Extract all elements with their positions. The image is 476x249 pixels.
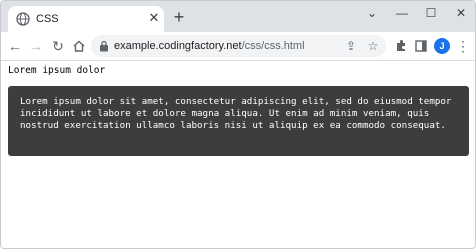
lock-icon[interactable]: [99, 40, 109, 52]
url-text[interactable]: example.codingfactory.net/css/css.html: [114, 39, 305, 53]
browser-window: CSS ✕ + ⌄ — ☐ ✕ ← → ↻ example.codingfact…: [0, 0, 476, 249]
back-arrow-icon[interactable]: ←: [7, 38, 23, 54]
new-tab-button[interactable]: +: [171, 8, 187, 26]
url-host: example.codingfactory.net: [114, 40, 242, 52]
tab-title: CSS: [36, 13, 59, 25]
home-icon[interactable]: [71, 38, 87, 54]
extensions-puzzle-icon[interactable]: [393, 38, 409, 54]
maximize-button[interactable]: ☐: [423, 5, 439, 21]
page-content: Lorem ipsum dolor Lorem ipsum dolor sit …: [1, 61, 475, 248]
reload-icon[interactable]: ↻: [50, 38, 66, 54]
lorem-paragraph: Lorem ipsum dolor sit amet, consectetur …: [20, 96, 452, 131]
styled-text-box: Lorem ipsum dolor sit amet, consectetur …: [8, 86, 469, 156]
close-tab-icon[interactable]: ✕: [148, 11, 160, 24]
tab-strip: CSS ✕ + ⌄ — ☐ ✕: [1, 1, 475, 32]
forward-arrow-icon[interactable]: →: [28, 38, 44, 54]
browser-toolbar: ← → ↻ example.codingfactory.net/css/css.…: [1, 32, 475, 61]
globe-icon: [16, 12, 30, 26]
minimize-button[interactable]: —: [394, 5, 410, 21]
side-panel-icon[interactable]: [413, 38, 429, 54]
more-menu-icon[interactable]: ⋮: [455, 38, 471, 54]
share-icon[interactable]: ⇪: [343, 38, 359, 54]
chevron-down-icon[interactable]: ⌄: [364, 5, 380, 21]
profile-avatar[interactable]: J: [434, 38, 450, 54]
bookmark-star-icon[interactable]: ☆: [365, 38, 381, 54]
url-path: /css/css.html: [241, 40, 305, 52]
page-heading-text: Lorem ipsum dolor: [8, 65, 106, 76]
close-window-button[interactable]: ✕: [453, 5, 469, 21]
address-bar[interactable]: example.codingfactory.net/css/css.html ⇪…: [91, 35, 386, 57]
tab-css[interactable]: CSS ✕: [8, 6, 164, 32]
